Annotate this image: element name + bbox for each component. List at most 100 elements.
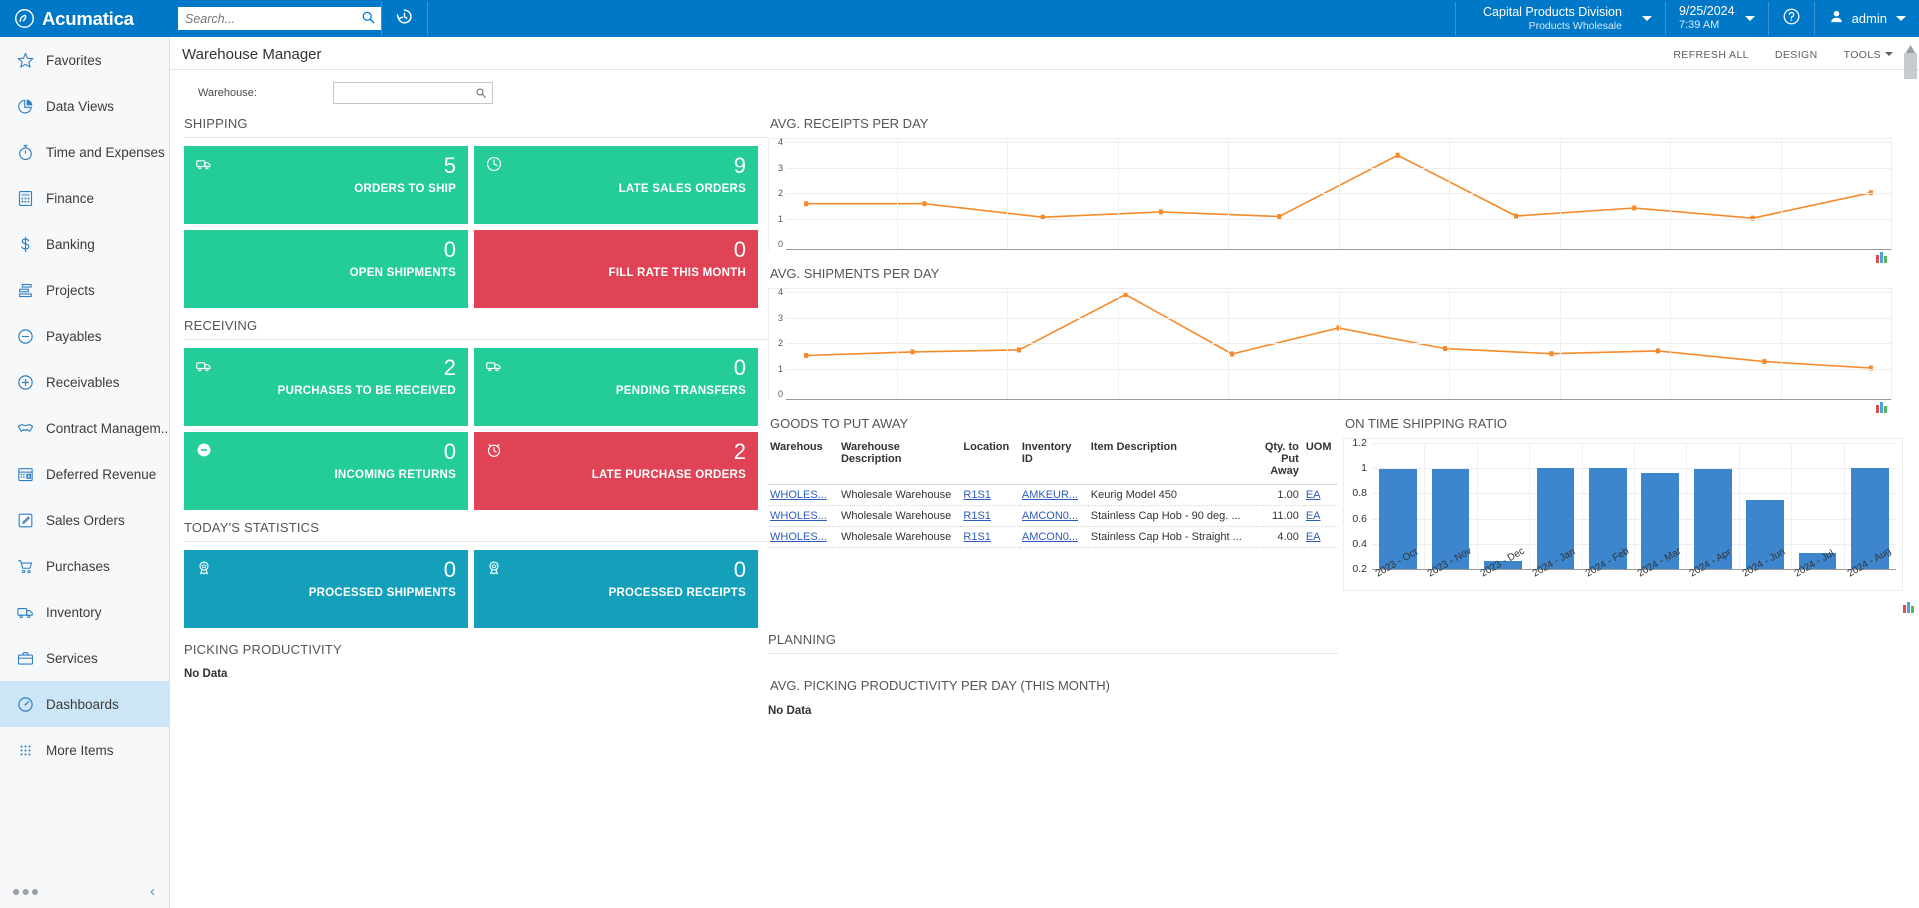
- sidebar-item-inventory[interactable]: Inventory: [0, 589, 169, 635]
- sidebar-item-purchases[interactable]: Purchases: [0, 543, 169, 589]
- sidebar-item-more-items[interactable]: More Items: [0, 727, 169, 773]
- tile-orders-to-ship[interactable]: 5 ORDERS TO SHIP: [184, 146, 468, 224]
- topbar-spacer: [428, 0, 1455, 37]
- sidebar-item-favorites[interactable]: Favorites: [0, 37, 169, 83]
- calendar-dollar-icon: $: [16, 465, 35, 484]
- sidebar-item-payables[interactable]: Payables: [0, 313, 169, 359]
- receiving-section-title: RECEIVING: [184, 318, 768, 339]
- table-row[interactable]: WHOLES... Wholesale Warehouse R1S1 AMCON…: [768, 527, 1338, 548]
- sidebar-item-data-views[interactable]: Data Views: [0, 83, 169, 129]
- tile-open-shipments[interactable]: 0 OPEN SHIPMENTS: [184, 230, 468, 308]
- table-row[interactable]: WHOLES... Wholesale Warehouse R1S1 AMCON…: [768, 506, 1338, 527]
- chevron-left-icon[interactable]: ‹: [150, 883, 155, 900]
- y-tick: 0.6: [1352, 513, 1367, 525]
- gridline: [1339, 289, 1340, 400]
- on-time-shipping-chart[interactable]: 1.2 1 0.8 0.6 0.4 0.2: [1343, 438, 1903, 591]
- avg-receipts-chart[interactable]: 4 3 2 1 0: [768, 138, 1892, 250]
- receiving-section: RECEIVING 2 PURCHASES TO BE RECEIVED 0 P…: [184, 318, 768, 510]
- warehouse-filter-input[interactable]: [334, 84, 468, 102]
- warehouse-link[interactable]: WHOLES...: [770, 510, 827, 522]
- goods-to-put-away-table: Warehous Warehouse Description Location …: [768, 438, 1338, 548]
- sidebar-item-services[interactable]: Services: [0, 635, 169, 681]
- tile-label: FILL RATE THIS MONTH: [485, 267, 746, 279]
- divider: [184, 541, 768, 542]
- tile-pending-transfers[interactable]: 0 PENDING TRANSFERS: [474, 348, 758, 426]
- sidebar-item-label: Finance: [46, 191, 94, 206]
- y-tick: 2: [778, 188, 783, 198]
- tile-processed-receipts[interactable]: 0 PROCESSED RECEIPTS: [474, 550, 758, 628]
- divider: [184, 339, 768, 340]
- sidebar-item-sales-orders[interactable]: Sales Orders: [0, 497, 169, 543]
- tile-value: 0: [485, 357, 746, 379]
- tile-processed-shipments[interactable]: 0 PROCESSED SHIPMENTS: [184, 550, 468, 628]
- location-link[interactable]: R1S1: [963, 531, 991, 543]
- inventory-id-link[interactable]: AMKEUR...: [1022, 489, 1078, 501]
- sidebar-item-label: Favorites: [46, 53, 102, 68]
- tile-purchases-to-be-received[interactable]: 2 PURCHASES TO BE RECEIVED: [184, 348, 468, 426]
- uom-link[interactable]: EA: [1306, 489, 1321, 501]
- chart-type-icon[interactable]: [1903, 600, 1916, 612]
- organization-selector[interactable]: Capital Products Division Products Whole…: [1456, 0, 1665, 37]
- tile-label: INCOMING RETURNS: [195, 469, 456, 481]
- warehouse-link[interactable]: WHOLES...: [770, 489, 827, 501]
- search-box[interactable]: [178, 7, 381, 30]
- recent-history-button[interactable]: [382, 0, 427, 37]
- location-link[interactable]: R1S1: [963, 510, 991, 522]
- gridline: [1007, 139, 1008, 250]
- avg-shipments-chart[interactable]: 4 3 2 1 0: [768, 288, 1892, 400]
- tile-value: 2: [485, 441, 746, 463]
- shipping-section: SHIPPING 5 ORDERS TO SHIP 9 LATE SALES O…: [184, 116, 768, 308]
- vertical-scrollbar-thumb[interactable]: [1904, 53, 1917, 79]
- gridline: [1339, 139, 1340, 250]
- ellipsis-icon[interactable]: ●●●: [12, 883, 40, 899]
- sidebar-item-time-and-expenses[interactable]: Time and Expenses: [0, 129, 169, 175]
- gridline: [1560, 289, 1561, 400]
- inventory-id-link[interactable]: AMCON0...: [1022, 531, 1078, 543]
- tile-label: PROCESSED RECEIPTS: [485, 587, 746, 599]
- datetime-selector[interactable]: 9/25/2024 7:39 AM: [1666, 0, 1768, 37]
- tile-late-purchase-orders[interactable]: 2 LATE PURCHASE ORDERS: [474, 432, 758, 510]
- x-axis-line: [786, 399, 1891, 400]
- avg-receipts-chart-title: AVG. RECEIPTS PER DAY: [768, 116, 1918, 138]
- sidebar-item-contract-management[interactable]: Contract Managem...: [0, 405, 169, 451]
- tile-fill-rate-this-month[interactable]: 0 FILL RATE THIS MONTH: [474, 230, 758, 308]
- search-icon[interactable]: [361, 10, 376, 30]
- design-button[interactable]: DESIGN: [1775, 49, 1818, 61]
- gridline: [1449, 139, 1450, 250]
- on-time-shipping-chart-title: ON TIME SHIPPING RATIO: [1343, 416, 1918, 438]
- sidebar-item-banking[interactable]: Banking: [0, 221, 169, 267]
- bar-series: [1372, 443, 1896, 569]
- y-tick: 4: [778, 287, 783, 297]
- magnifier-icon[interactable]: [475, 86, 487, 104]
- warehouse-filter-field[interactable]: [333, 82, 493, 104]
- tile-value: 9: [485, 155, 746, 177]
- refresh-all-button[interactable]: REFRESH ALL: [1673, 49, 1749, 61]
- warehouse-filter-label: Warehouse:: [198, 87, 333, 99]
- inventory-id-link[interactable]: AMCON0...: [1022, 510, 1078, 522]
- on-time-shipping-ratio-widget: ON TIME SHIPPING RATIO 1.2 1 0.8 0.6 0.4…: [1343, 416, 1918, 717]
- sidebar-item-deferred-revenue[interactable]: $ Deferred Revenue: [0, 451, 169, 497]
- item-description: Keurig Model 450: [1089, 485, 1256, 506]
- search-input[interactable]: [178, 8, 353, 29]
- uom-link[interactable]: EA: [1306, 531, 1321, 543]
- help-button[interactable]: [1769, 0, 1814, 37]
- sidebar-item-receivables[interactable]: Receivables: [0, 359, 169, 405]
- tile-incoming-returns[interactable]: 0 INCOMING RETURNS: [184, 432, 468, 510]
- table-row[interactable]: WHOLES... Wholesale Warehouse R1S1 AMKEU…: [768, 485, 1338, 506]
- uom-link[interactable]: EA: [1306, 510, 1321, 522]
- sidebar-item-projects[interactable]: Projects: [0, 267, 169, 313]
- chart-type-icon[interactable]: [1876, 400, 1889, 412]
- tools-button[interactable]: TOOLS: [1844, 49, 1893, 61]
- location-link[interactable]: R1S1: [963, 489, 991, 501]
- todays-statistics-section: TODAY'S STATISTICS 0 PROCESSED SHIPMENTS…: [184, 520, 768, 628]
- help-circle-icon: [1782, 7, 1801, 31]
- tile-late-sales-orders[interactable]: 9 LATE SALES ORDERS: [474, 146, 758, 224]
- user-menu[interactable]: admin: [1815, 0, 1919, 37]
- chart-type-icon[interactable]: [1876, 250, 1889, 262]
- sidebar-item-dashboards[interactable]: Dashboards: [0, 681, 169, 727]
- y-tick: 1: [778, 214, 783, 224]
- sidebar-item-finance[interactable]: Finance: [0, 175, 169, 221]
- brand-logo-area[interactable]: Acumatica: [0, 0, 170, 37]
- warehouse-link[interactable]: WHOLES...: [770, 531, 827, 543]
- gridline: [1560, 139, 1561, 250]
